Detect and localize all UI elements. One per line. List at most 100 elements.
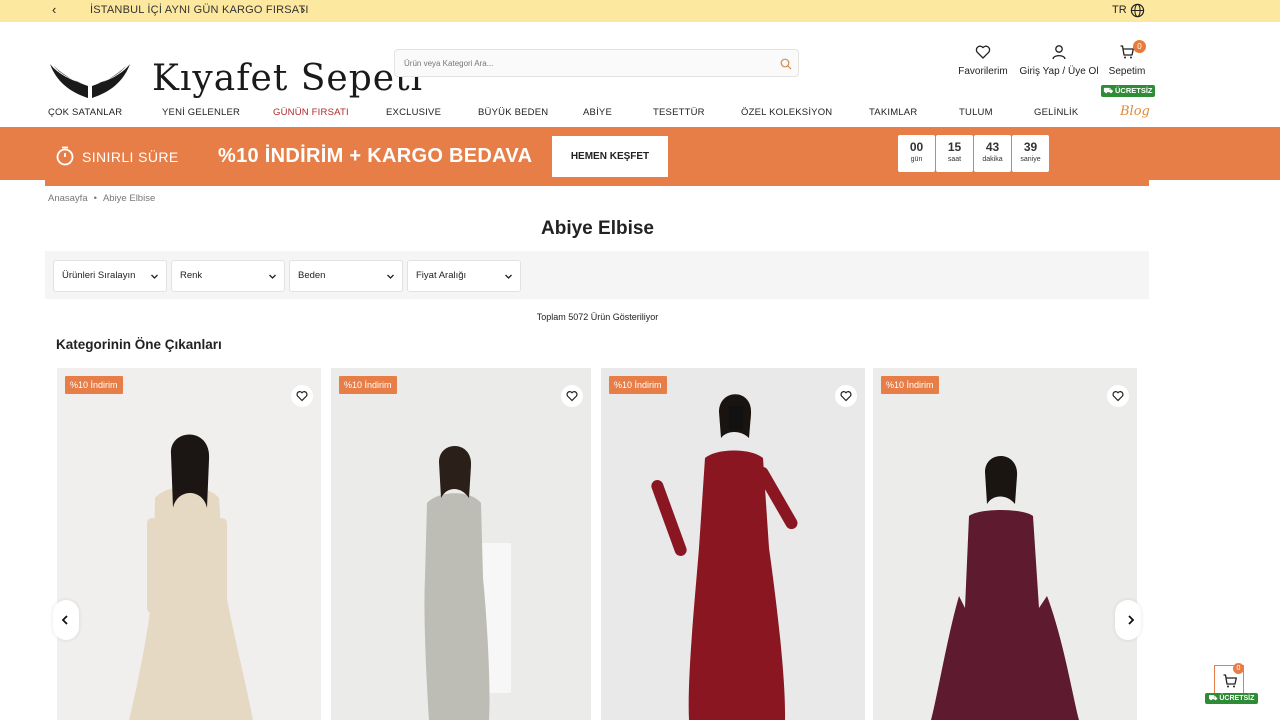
countdown-hours-unit: saat	[947, 156, 962, 163]
nav-item-tulum[interactable]: TULUM	[959, 107, 993, 118]
countdown-seconds: 39 saniye	[1012, 135, 1049, 172]
nav-item-cok-satanlar[interactable]: ÇOK SATANLAR	[48, 107, 122, 118]
announcement-bar: ‹ İSTANBUL İÇİ AYNI GÜN KARGO FIRSATI › …	[0, 0, 1280, 22]
color-filter-label: Renk	[180, 270, 203, 281]
nav-item-gunun-firsati[interactable]: GÜNÜN FIRSATI	[273, 107, 349, 118]
announcement-prev-button[interactable]: ‹	[52, 2, 56, 17]
free-shipping-label: ÜCRETSİZ	[1115, 86, 1153, 95]
promo-label: SINIRLI SÜRE	[82, 149, 179, 165]
nav-item-takimlar[interactable]: TAKIMLAR	[869, 107, 917, 118]
heart-icon	[975, 45, 991, 59]
chevron-down-icon	[505, 274, 512, 279]
language-selector[interactable]: TR	[1112, 4, 1127, 16]
nav-item-tesettur[interactable]: TESETTÜR	[653, 107, 705, 118]
wings-logo-icon[interactable]	[48, 60, 132, 102]
cart-label: Sepetim	[1108, 66, 1146, 77]
countdown-minutes-value: 43	[985, 140, 1000, 154]
breadcrumb: Anasayfa • Abiye Elbise	[48, 193, 155, 204]
sort-select-label: Ürünleri Sıralayın	[62, 270, 136, 281]
user-icon	[1052, 45, 1066, 60]
breadcrumb-separator: •	[93, 193, 97, 204]
announcement-next-button[interactable]: ›	[301, 2, 305, 17]
size-filter-label: Beden	[298, 270, 326, 281]
countdown-hours-value: 15	[947, 140, 962, 154]
floating-free-shipping-label: ÜCRETSİZ	[1219, 695, 1255, 702]
page-title: Abiye Elbise	[541, 218, 654, 239]
product-total-count: Toplam 5072 Ürün Gösteriliyor	[536, 312, 659, 322]
nav-item-abiye[interactable]: ABİYE	[583, 107, 612, 118]
promo-banner: SINIRLI SÜRE %10 İNDİRİM + KARGO BEDAVA …	[0, 127, 1280, 180]
breadcrumb-current[interactable]: Abiye Elbise	[103, 193, 155, 204]
product-card[interactable]: %10 İndirim	[331, 368, 591, 720]
filter-bar: Ürünleri Sıralayın Renk Beden Fiyat Aral…	[45, 251, 1149, 299]
favorite-button[interactable]	[561, 385, 583, 407]
countdown-minutes: 43 dakika	[974, 135, 1011, 172]
nav-item-ozel-koleksiyon[interactable]: ÖZEL KOLEKSİYON	[741, 107, 832, 118]
countdown-days: 00 gün	[898, 135, 935, 172]
heart-icon	[1112, 391, 1124, 402]
blog-link[interactable]: Blog	[1120, 104, 1150, 119]
dress-shape	[424, 493, 490, 720]
favorite-button[interactable]	[835, 385, 857, 407]
carousel-next-button[interactable]	[1115, 600, 1141, 640]
countdown-days-unit: gün	[910, 156, 923, 163]
brand-name[interactable]: Kıyafet Sepeti	[152, 58, 423, 99]
price-filter-select[interactable]: Fiyat Aralığı	[407, 260, 521, 292]
nav-item-buyuk-beden[interactable]: BÜYÜK BEDEN	[478, 107, 548, 118]
nav-item-gelinlik[interactable]: GELİNLİK	[1034, 107, 1078, 118]
search-input[interactable]	[395, 50, 798, 76]
floating-cart-button[interactable]: 0	[1214, 663, 1244, 695]
floating-free-shipping-badge: ⛟ ÜCRETSİZ	[1205, 693, 1258, 704]
product-image[interactable]	[331, 368, 591, 720]
chevron-right-icon	[1128, 615, 1135, 625]
globe-icon[interactable]	[1130, 3, 1145, 18]
login-label: Giriş Yap / Üye Ol	[1019, 66, 1099, 77]
promo-banner-strip	[45, 180, 1149, 186]
search-icon[interactable]	[780, 58, 792, 70]
favorites-link[interactable]: Favorilerim	[955, 44, 1011, 77]
product-image[interactable]	[873, 368, 1137, 720]
product-image[interactable]	[57, 368, 321, 720]
cart-count-badge: 0	[1133, 40, 1146, 53]
promo-headline: %10 İNDİRİM + KARGO BEDAVA	[218, 145, 533, 167]
countdown-seconds-value: 39	[1023, 140, 1038, 154]
color-filter-select[interactable]: Renk	[171, 260, 285, 292]
product-card[interactable]: %10 İndirim	[57, 368, 321, 720]
countdown-hours: 15 saat	[936, 135, 973, 172]
announcement-text: İSTANBUL İÇİ AYNI GÜN KARGO FIRSATI	[90, 4, 309, 16]
product-card[interactable]: %10 İndirim	[873, 368, 1137, 720]
nav-item-yeni-gelenler[interactable]: YENİ GELENLER	[162, 107, 240, 118]
arm-shape	[217, 518, 227, 613]
product-card[interactable]: %10 İndirim	[601, 368, 865, 720]
heart-icon	[566, 391, 578, 402]
heart-icon	[840, 391, 852, 402]
chevron-left-icon	[61, 615, 68, 625]
carousel-prev-button[interactable]	[53, 600, 79, 640]
countdown-minutes-unit: dakika	[982, 156, 1003, 163]
favorites-label: Favorilerim	[958, 66, 1008, 77]
price-filter-label: Fiyat Aralığı	[416, 270, 467, 281]
size-filter-select[interactable]: Beden	[289, 260, 403, 292]
product-image[interactable]	[601, 368, 865, 720]
countdown-days-value: 00	[909, 140, 924, 154]
arm-shape	[147, 518, 157, 613]
chevron-down-icon	[151, 274, 158, 279]
nav-item-exclusive[interactable]: EXCLUSIVE	[386, 107, 441, 118]
cart-icon	[1223, 674, 1237, 688]
heart-icon	[296, 391, 308, 402]
discount-badge: %10 İndirim	[881, 376, 939, 394]
discover-button[interactable]: HEMEN KEŞFET	[552, 136, 668, 177]
login-link[interactable]: Giriş Yap / Üye Ol	[1017, 44, 1101, 77]
discount-badge: %10 İndirim	[339, 376, 397, 394]
discount-badge: %10 İndirim	[609, 376, 667, 394]
discount-badge: %10 İndirim	[65, 376, 123, 394]
favorite-button[interactable]	[1107, 385, 1129, 407]
floating-cart-count: 0	[1233, 663, 1244, 674]
chevron-down-icon	[387, 274, 394, 279]
search-box	[394, 49, 799, 77]
clock-icon	[56, 146, 74, 166]
sort-select[interactable]: Ürünleri Sıralayın	[53, 260, 167, 292]
breadcrumb-home[interactable]: Anasayfa	[48, 193, 88, 204]
favorite-button[interactable]	[291, 385, 313, 407]
main-nav: ÇOK SATANLAR YENİ GELENLER GÜNÜN FIRSATI…	[0, 104, 1280, 121]
